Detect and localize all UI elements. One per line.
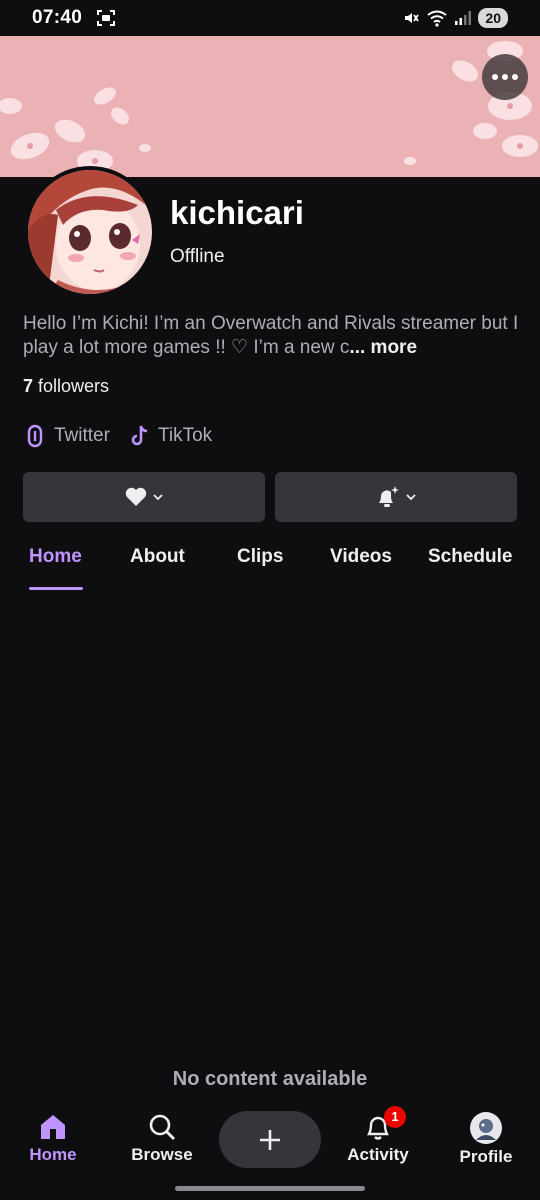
social-link-tiktok[interactable]: TikTok xyxy=(130,424,212,448)
channel-name: kichicari xyxy=(170,194,304,231)
channel-tabs: Home About Clips Videos Schedule xyxy=(0,540,540,592)
bottom-navigation: Home Browse 1 Activity Profile xyxy=(0,1100,540,1200)
channel-bio: Hello I’m Kichi! I’m an Overwatch and Ri… xyxy=(23,312,523,360)
followers-count[interactable]: 7 followers xyxy=(23,376,109,397)
home-icon xyxy=(41,1115,65,1139)
mute-icon xyxy=(405,13,420,23)
dot xyxy=(492,74,498,80)
profile-avatar xyxy=(470,1112,502,1144)
bio-text: Hello I’m Kichi! I’m an Overwatch and Ri… xyxy=(23,313,519,358)
follow-button[interactable] xyxy=(23,472,265,522)
social-link-label: TikTok xyxy=(157,425,213,446)
followers-number: 7 xyxy=(23,376,34,396)
more-options-button[interactable] xyxy=(482,54,528,100)
channel-avatar[interactable] xyxy=(28,170,152,294)
nav-label: Activity xyxy=(347,1145,409,1164)
notifications-button[interactable] xyxy=(275,472,517,522)
nav-browse[interactable]: Browse xyxy=(112,1112,212,1165)
bell-sparkle-icon xyxy=(379,486,399,507)
tiktok-icon xyxy=(131,425,148,446)
cherry-blossom-artwork xyxy=(0,41,538,172)
create-button[interactable] xyxy=(219,1111,321,1168)
nav-label: Home xyxy=(29,1145,77,1164)
signal-icon xyxy=(455,11,472,25)
tab-clips[interactable]: Clips xyxy=(237,546,283,568)
screen-record-icon xyxy=(97,10,116,26)
empty-state-message: No content available xyxy=(172,1068,368,1090)
battery-indicator: 20 xyxy=(478,8,508,28)
followers-label: followers xyxy=(38,376,110,396)
channel-avatar-frame xyxy=(24,166,156,298)
tab-about[interactable]: About xyxy=(130,546,185,568)
nav-label: Profile xyxy=(459,1147,513,1166)
chevron-down-icon xyxy=(406,494,416,501)
status-bar: 07:40 20 xyxy=(0,0,540,36)
nav-activity[interactable]: 1 Activity xyxy=(328,1106,428,1165)
social-link-label: Twitter xyxy=(54,425,110,446)
home-indicator[interactable] xyxy=(175,1186,365,1191)
dot xyxy=(502,74,508,80)
nav-label: Browse xyxy=(131,1145,193,1164)
heart-icon xyxy=(125,487,147,506)
profile-banner xyxy=(0,36,540,177)
dot xyxy=(512,74,518,80)
search-icon xyxy=(149,1114,175,1140)
tab-videos[interactable]: Videos xyxy=(330,546,392,568)
tab-home[interactable]: Home xyxy=(29,546,82,568)
nav-home[interactable]: Home xyxy=(3,1112,103,1165)
social-links: Twitter TikTok xyxy=(24,424,212,448)
wifi-icon xyxy=(427,10,448,27)
notification-badge: 1 xyxy=(384,1106,406,1128)
tab-schedule[interactable]: Schedule xyxy=(428,546,512,568)
status-time: 07:40 xyxy=(32,7,83,28)
chevron-down-icon xyxy=(153,494,163,501)
bio-more-link[interactable]: ... more xyxy=(349,337,417,358)
channel-live-status: Offline xyxy=(170,246,225,267)
link-icon xyxy=(27,424,43,448)
plus-icon xyxy=(260,1129,280,1150)
active-tab-indicator xyxy=(29,587,83,590)
social-link-twitter[interactable]: Twitter xyxy=(24,424,110,448)
nav-profile[interactable]: Profile xyxy=(436,1112,536,1167)
